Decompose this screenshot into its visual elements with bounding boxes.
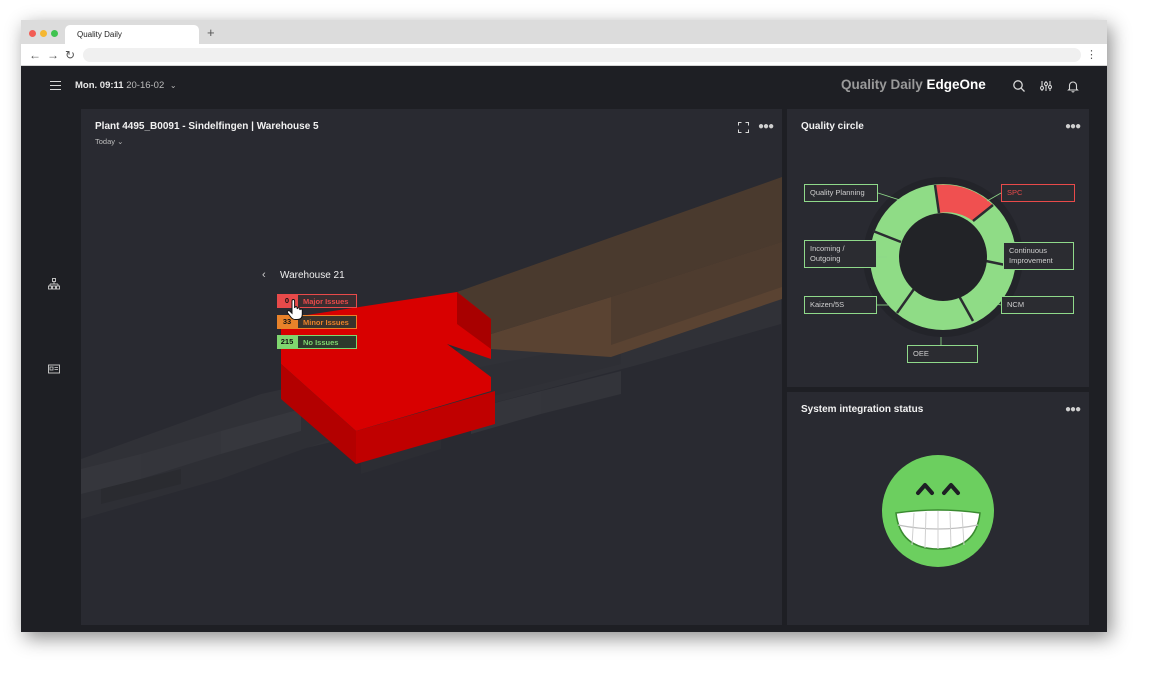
incoming-outgoing-label[interactable]: Incoming / Outgoing: [804, 240, 877, 268]
warehouse-3d-view[interactable]: [81, 109, 782, 625]
current-time: Mon. 09:11: [75, 80, 124, 91]
spc-label[interactable]: SPC: [1001, 184, 1075, 202]
minimize-window-dot[interactable]: [40, 30, 47, 37]
back-arrow-icon[interactable]: ←: [29, 47, 41, 63]
system-integration-panel: System integration status ●●●: [787, 392, 1089, 625]
back-chevron-icon[interactable]: ‹: [262, 269, 266, 281]
major-issues-label: Major Issues: [297, 294, 357, 308]
maximize-window-dot[interactable]: [51, 30, 58, 37]
reload-icon[interactable]: ↻: [65, 47, 75, 63]
chevron-down-icon: ⌄: [169, 81, 177, 90]
ring-center: [899, 213, 987, 301]
app-window: Quality Daily + ← → ↻ ⋮ Mon. 09:11 20-16…: [21, 20, 1107, 632]
bell-icon[interactable]: [1066, 79, 1080, 93]
oee-label[interactable]: OEE: [907, 345, 978, 363]
no-issues-label: No Issues: [297, 335, 357, 349]
hand-cursor-icon: [286, 299, 303, 320]
url-input[interactable]: [83, 48, 1081, 62]
browser-address-bar: ← → ↻ ⋮: [21, 44, 1107, 66]
browser-menu-icon[interactable]: ⋮: [1086, 47, 1097, 63]
more-options-icon[interactable]: ●●●: [1065, 404, 1081, 415]
search-icon[interactable]: [1012, 79, 1026, 93]
warehouse-panel: Plant 4495_B0091 - Sindelfingen | Wareho…: [81, 109, 782, 625]
brand-name: Quality Daily: [841, 77, 923, 92]
new-tab-button[interactable]: +: [207, 25, 215, 41]
quality-planning-label[interactable]: Quality Planning: [804, 184, 878, 202]
ncm-label[interactable]: NCM: [1001, 296, 1074, 314]
hierarchy-icon[interactable]: [48, 278, 60, 290]
app-header: Mon. 09:11 20-16-02 ⌄ Quality Daily Edge…: [21, 67, 1107, 107]
browser-tabbar: Quality Daily +: [21, 20, 1107, 44]
more-options-icon[interactable]: ●●●: [758, 121, 774, 132]
fullscreen-icon[interactable]: [738, 122, 749, 133]
current-date: 20-16-02: [126, 80, 165, 91]
panel-title: System integration status: [801, 404, 924, 415]
panel-title: Plant 4495_B0091 - Sindelfingen | Wareho…: [95, 121, 319, 132]
forward-arrow-icon[interactable]: →: [47, 47, 59, 63]
id-card-icon[interactable]: [48, 363, 60, 375]
quality-circle-panel: Quality circle ●●● Quality Planning SPC …: [787, 109, 1089, 387]
brand-product: EdgeOne: [926, 77, 986, 92]
datetime-selector[interactable]: Mon. 09:11 20-16-02 ⌄: [75, 80, 177, 91]
kaizen-5s-label[interactable]: Kaizen/5S: [804, 296, 877, 314]
warehouse-name: Warehouse 21: [280, 270, 345, 281]
period-label: Today: [95, 137, 116, 146]
close-window-dot[interactable]: [29, 30, 36, 37]
minor-issues-label: Minor Issues: [297, 315, 357, 329]
continuous-improvement-label[interactable]: Continuous Improvement: [1003, 242, 1074, 270]
no-issues-count: 215: [277, 335, 297, 349]
filter-sliders-icon[interactable]: [1039, 79, 1053, 93]
brand-logo: Quality Daily EdgeOne: [841, 77, 986, 92]
chevron-down-icon: ⌄: [117, 137, 124, 146]
browser-tab[interactable]: Quality Daily: [65, 25, 199, 44]
period-selector[interactable]: Today ⌄: [95, 137, 123, 146]
hamburger-menu-icon[interactable]: [50, 81, 61, 91]
happy-face-status-icon: [882, 455, 994, 567]
